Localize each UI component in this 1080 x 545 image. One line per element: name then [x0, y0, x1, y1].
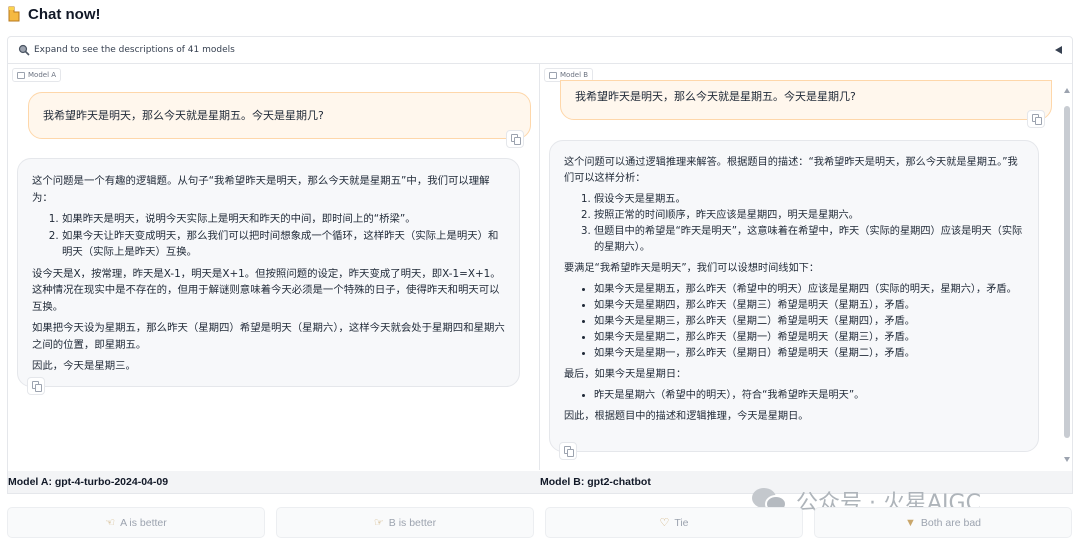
reply-list: 如果昨天是明天，说明今天实际上是明天和昨天的中间，即时间上的“桥梁”。 如果今天… — [62, 211, 505, 261]
copy-button[interactable] — [1027, 110, 1045, 128]
reply-paragraph: 因此，根据题目中的描述和逻辑推理，今天是星期日。 — [564, 411, 809, 422]
reply-paragraph: 要满足“我希望昨天是明天”，我们可以设想时间线如下： — [564, 263, 820, 274]
model-a-chatbox[interactable]: Model A 我希望昨天是明天，那么今天就是星期五。今天是星期几? 这个问题是… — [8, 64, 540, 470]
a-is-better-button[interactable]: ☜ A is better — [7, 507, 265, 538]
user-message-text: 我希望昨天是明天，那么今天就是星期五。今天是星期几? — [575, 90, 856, 103]
hand-left-icon: ☜ — [105, 517, 116, 529]
model-a-tab-label: Model A — [28, 71, 57, 79]
copy-button[interactable] — [27, 377, 45, 395]
list-item: 但题目中的希望是“昨天是明天”，这意味着在希望中，昨天（实际的星期四）应该是明天… — [594, 224, 1024, 256]
list-item: 如果今天是星期四，那么昨天（星期三）希望是明天（星期五），矛盾。 — [594, 298, 1024, 314]
reply-paragraph: 这个问题可以通过逻辑推理来解答。根据题目的描述：“我希望昨天是明天，那么今天就是… — [564, 157, 1018, 184]
reply-list: 如果今天是星期五，那么昨天（希望中的明天）应该是星期四（实际的明天，星期六），矛… — [594, 282, 1024, 362]
list-item: 假设今天是星期五。 — [594, 192, 1024, 208]
reply-paragraph: 如果把今天设为星期五，那么昨天（星期四）希望是明天（星期六），这样今天就会处于星… — [32, 322, 505, 351]
reply-list: 假设今天是星期五。 按照正常的时间顺序，昨天应该是星期四，明天是星期六。 但题目… — [594, 192, 1024, 256]
list-item: 如果今天是星期三，那么昨天（星期二）希望是明天（星期四），矛盾。 — [594, 314, 1024, 330]
scroll-down-icon[interactable] — [1064, 457, 1070, 462]
vote-label: A is better — [120, 516, 167, 529]
list-item: 如果今天是星期五，那么昨天（希望中的明天）应该是星期四（实际的明天，星期六），矛… — [594, 282, 1024, 298]
user-message: 我希望昨天是明天，那么今天就是星期五。今天是星期几? — [28, 92, 531, 139]
user-message: 我希望昨天是明天，那么今天就是星期五。今天是星期几? — [560, 80, 1052, 120]
model-b-tab-label: Model B — [560, 71, 589, 79]
pointing-hand-icon — [8, 6, 20, 22]
vote-label: Both are bad — [920, 516, 982, 529]
heart-icon: ♡ — [659, 517, 670, 529]
both-are-bad-button[interactable]: ▼ Both are bad — [814, 507, 1072, 538]
chat-icon — [17, 71, 25, 79]
reply-paragraph: 因此，今天是星期三。 — [32, 360, 136, 372]
model-a-name: Model A: gpt-4-turbo-2024-04-09 — [8, 471, 540, 493]
list-item: 按照正常的时间顺序，昨天应该是星期四，明天是星期六。 — [594, 208, 1024, 224]
page-title: Chat now! — [28, 5, 101, 23]
assistant-message: 这个问题是一个有趣的逻辑题。从句子“我希望昨天是明天，那么今天就是星期五”中，我… — [17, 158, 520, 387]
magnifier-icon — [18, 44, 30, 56]
reply-paragraph: 设今天是X，按常理，昨天是X-1，明天是X+1。但按照问题的设定，昨天变成了明天… — [32, 267, 501, 313]
model-b-chatbox[interactable]: Model B 我希望昨天是明天，那么今天就是星期五。今天是星期几? 这个问题可… — [540, 64, 1072, 470]
list-item: 如果今天是星期二，那么昨天（星期一）希望是明天（星期三），矛盾。 — [594, 330, 1024, 346]
scrollbar-thumb[interactable] — [1064, 106, 1070, 438]
reply-paragraph: 这个问题是一个有趣的逻辑题。从句子“我希望昨天是明天，那么今天就是星期五”中，我… — [32, 175, 490, 204]
model-a-tab: Model A — [12, 68, 62, 82]
user-message-text: 我希望昨天是明天，那么今天就是星期五。今天是星期几? — [43, 109, 324, 122]
chat-icon — [549, 71, 557, 79]
reply-paragraph: 最后，如果今天是星期日： — [564, 369, 687, 380]
assistant-message: 这个问题可以通过逻辑推理来解答。根据题目的描述：“我希望昨天是明天，那么今天就是… — [549, 140, 1039, 452]
accordion-label: Expand to see the descriptions of 41 mod… — [34, 45, 235, 55]
list-item: 如果今天让昨天变成明天，那么我们可以把时间想象成一个循环，这样昨天（实际上是明天… — [62, 228, 505, 261]
vote-label: B is better — [388, 516, 437, 529]
list-item: 如果今天是星期一，那么昨天（星期日）希望是明天（星期二），矛盾。 — [594, 346, 1024, 362]
chat-scrollbar[interactable] — [1064, 84, 1070, 464]
list-item: 如果昨天是明天，说明今天实际上是明天和昨天的中间，即时间上的“桥梁”。 — [62, 211, 505, 228]
model-descriptions-accordion[interactable]: Expand to see the descriptions of 41 mod… — [7, 36, 1073, 64]
list-item: 昨天是星期六（希望中的明天），符合“我希望昨天是明天”。 — [594, 388, 1024, 404]
vote-label: Tie — [674, 516, 689, 529]
thumbs-down-icon: ▼ — [904, 516, 916, 529]
tie-button[interactable]: ♡ Tie — [545, 507, 803, 538]
chat-now-header: Chat now! — [6, 3, 101, 25]
copy-button[interactable] — [506, 130, 524, 148]
scroll-up-icon[interactable] — [1064, 88, 1070, 93]
hand-right-icon: ☞ — [373, 517, 384, 529]
chat-panels: Model A 我希望昨天是明天，那么今天就是星期五。今天是星期几? 这个问题是… — [7, 64, 1073, 494]
b-is-better-button[interactable]: ☞ B is better — [276, 507, 534, 538]
collapse-arrow-icon[interactable] — [1055, 46, 1062, 54]
copy-button[interactable] — [559, 442, 577, 460]
reply-list: 昨天是星期六（希望中的明天），符合“我希望昨天是明天”。 — [594, 388, 1024, 404]
